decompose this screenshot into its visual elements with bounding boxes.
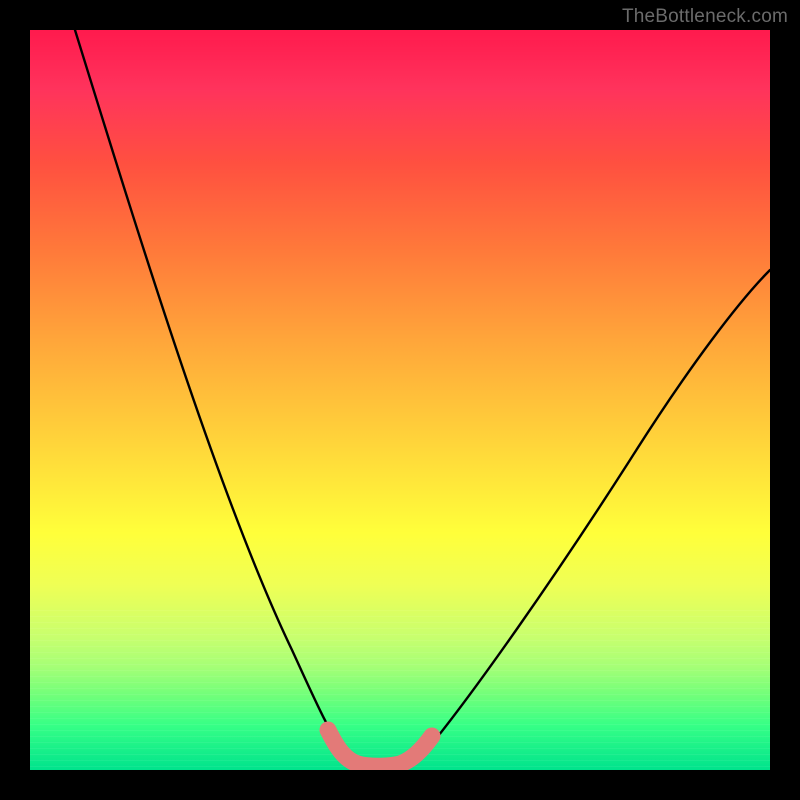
highlight-segment [328,730,432,766]
plot-area [30,30,770,770]
chart-frame: TheBottleneck.com [0,0,800,800]
curve-layer [30,30,770,770]
bottleneck-curve [75,30,770,765]
watermark-text: TheBottleneck.com [622,6,788,28]
